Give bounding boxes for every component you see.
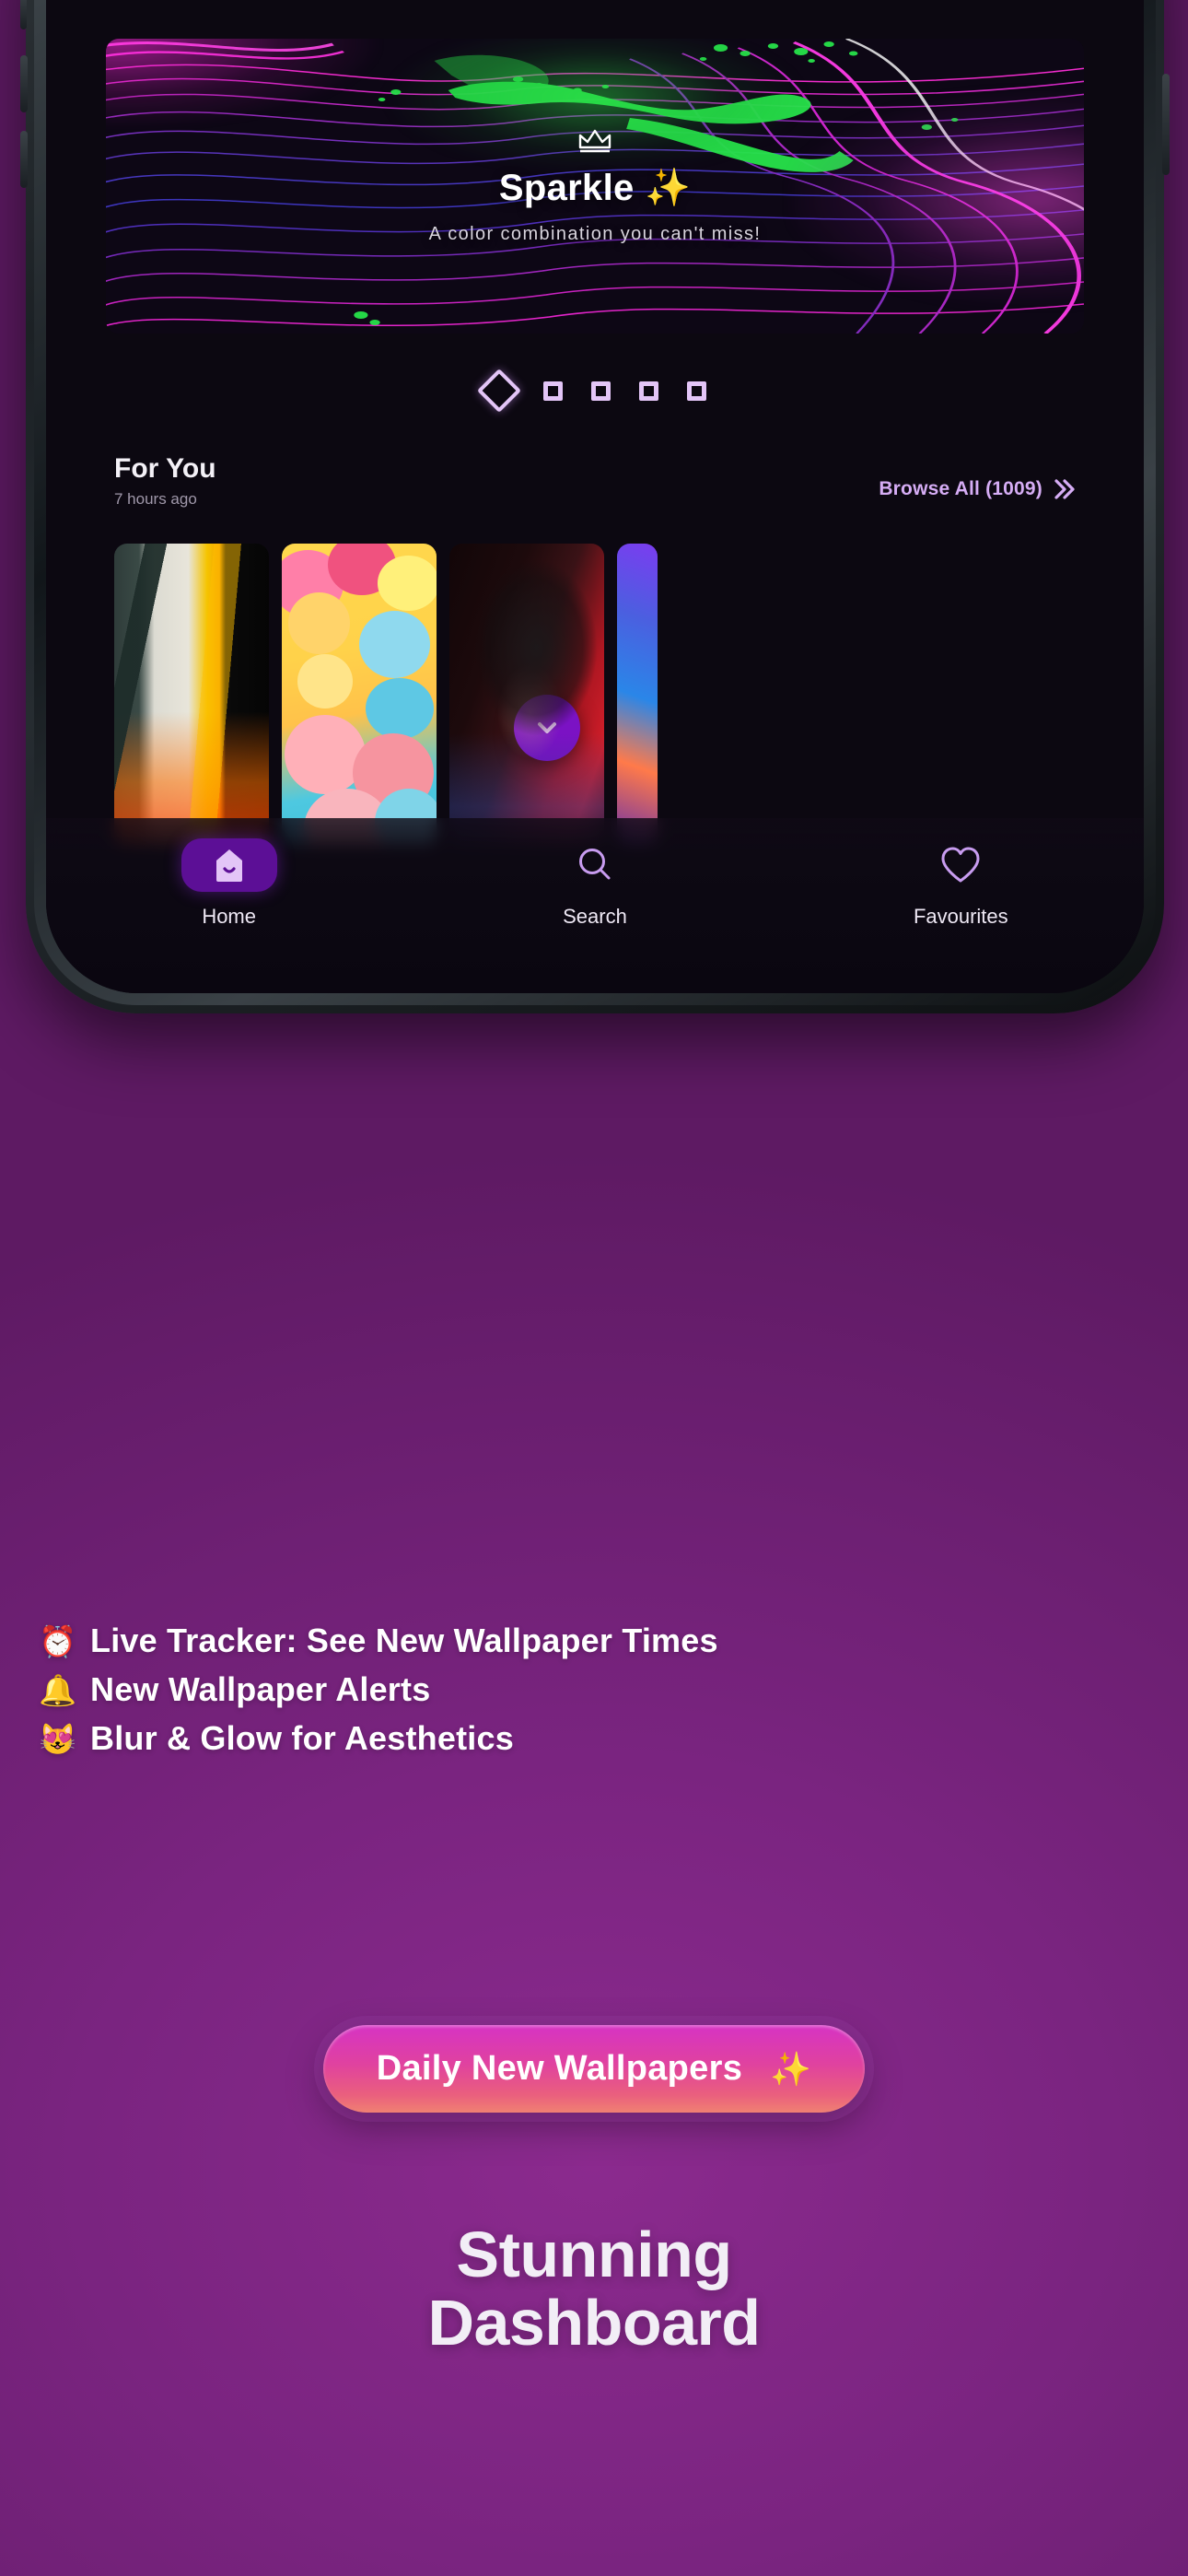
phone-frame: Sparkle ✨ A color combination you can't … [20, 0, 1170, 1013]
search-icon [578, 849, 611, 880]
power-button[interactable] [1162, 74, 1170, 175]
pagination-dot[interactable] [591, 381, 611, 401]
phone-screen: Sparkle ✨ A color combination you can't … [46, 0, 1144, 993]
headline-line-2: Dashboard [427, 2287, 761, 2359]
nav-item-home[interactable]: Home [46, 838, 412, 929]
carousel-pagination [46, 368, 1144, 414]
volume-up-button[interactable] [20, 55, 28, 112]
feature-row: 😻 Blur & Glow for Aesthetics [39, 1719, 1149, 1758]
wallpaper-thumbnail-kawaii[interactable] [282, 544, 437, 849]
pagination-dot[interactable] [687, 381, 706, 401]
section-timestamp: 7 hours ago [114, 490, 197, 508]
scroll-down-fab[interactable] [514, 695, 580, 761]
feature-text: Live Tracker: See New Wallpaper Times [90, 1622, 718, 1659]
cta-label: Daily New Wallpapers [376, 2049, 743, 2088]
banner-title: Sparkle ✨ [498, 168, 692, 208]
section-title: For You [114, 453, 216, 484]
headline-line-1: Stunning [456, 2219, 732, 2290]
double-chevron-right-icon [1054, 479, 1075, 499]
search-icon-wrap [574, 838, 616, 892]
phone-mockup: Sparkle ✨ A color combination you can't … [20, 0, 1170, 1013]
crown-icon [578, 129, 611, 153]
nav-item-search[interactable]: Search [412, 838, 777, 929]
sparkle-icon: ✨ [770, 2049, 812, 2088]
feature-text: Blur & Glow for Aesthetics [90, 1719, 514, 1757]
magenta-glow [106, 39, 380, 127]
volume-down-button[interactable] [20, 131, 28, 188]
nav-label-search: Search [563, 905, 627, 928]
app-screen: Sparkle ✨ A color combination you can't … [46, 0, 1144, 993]
featured-banner-card[interactable]: Sparkle ✨ A color combination you can't … [106, 39, 1084, 334]
for-you-titles: For You 7 hours ago [114, 453, 216, 509]
wallpaper-thumbnail-blue-landscape[interactable] [617, 544, 658, 849]
banner-content: Sparkle ✨ A color combination you can't … [106, 127, 1084, 245]
bell-icon: 🔔 [39, 1672, 77, 1707]
cta-container: Daily New Wallpapers ✨ [0, 2025, 1188, 2113]
feature-list: ⏰ Live Tracker: See New Wallpaper Times … [39, 1622, 1149, 1768]
nav-label-home: Home [202, 905, 256, 928]
heart-icon-wrap [938, 838, 983, 892]
chevron-down-icon [538, 722, 556, 733]
bottom-navigation-bar: Home Search Favourites [46, 818, 1144, 993]
wallpaper-thumbnail-hero-portrait[interactable] [449, 544, 604, 849]
wallpaper-thumbnail-mountain[interactable] [114, 544, 269, 849]
daily-new-wallpapers-button[interactable]: Daily New Wallpapers ✨ [322, 2025, 866, 2113]
pagination-dot[interactable] [639, 381, 658, 401]
pagination-dot-active[interactable] [476, 368, 522, 414]
browse-all-label: Browse All (1009) [879, 478, 1042, 499]
heart-icon [941, 847, 980, 883]
feature-text: New Wallpaper Alerts [90, 1670, 431, 1708]
silent-switch[interactable] [20, 0, 27, 29]
feature-row: ⏰ Live Tracker: See New Wallpaper Times [39, 1622, 1149, 1660]
pagination-dot[interactable] [543, 381, 563, 401]
heart-eyes-cat-icon: 😻 [39, 1721, 77, 1756]
home-icon [215, 849, 242, 882]
banner-subtitle: A color combination you can't miss! [428, 224, 762, 244]
page-headline: Stunning Dashboard [0, 2219, 1188, 2359]
nav-item-favourites[interactable]: Favourites [778, 838, 1144, 929]
home-active-pill [181, 838, 277, 892]
feature-row: 🔔 New Wallpaper Alerts [39, 1670, 1149, 1709]
browse-all-button[interactable]: Browse All (1009) [879, 477, 1076, 501]
wallpaper-carousel[interactable] [46, 544, 1144, 849]
nav-label-favourites: Favourites [913, 905, 1008, 928]
for-you-section-header: For You 7 hours ago Browse All (1009) [46, 453, 1144, 536]
alarm-clock-icon: ⏰ [39, 1623, 77, 1658]
